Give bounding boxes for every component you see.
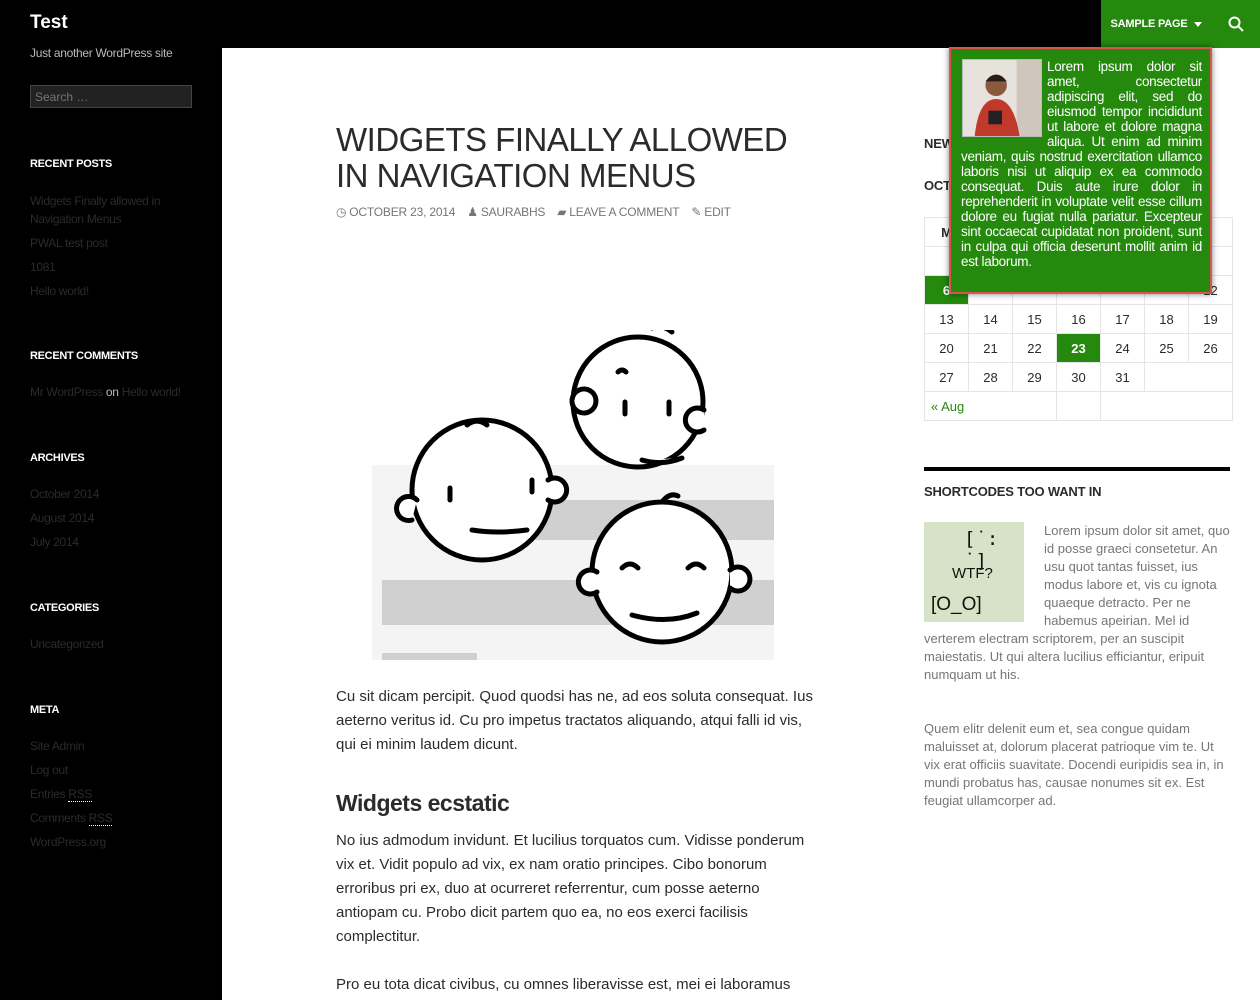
calendar-day: 13 (924, 304, 969, 334)
site-title[interactable]: Test (30, 12, 68, 34)
post-author-link[interactable]: ♟ SAURABHS (467, 205, 545, 219)
recent-post-link[interactable]: PWAL test post (30, 231, 200, 255)
calendar-day: 26 (1188, 333, 1233, 363)
avatar (962, 59, 1042, 137)
calendar-day: 20 (924, 333, 969, 363)
post-meta: ◷ OCTOBER 23, 2014 ♟ SAURABHS ▰ LEAVE A COM… (336, 205, 731, 219)
recent-posts-title: RECENT POSTS (30, 158, 112, 170)
site-admin-link[interactable]: Site Admin (30, 734, 200, 758)
user-icon: ♟ (467, 205, 478, 219)
recent-post-link[interactable]: Widgets Finally allowed in Navigation Me… (30, 189, 200, 231)
sidebar-search-input[interactable] (30, 85, 192, 108)
edit-link[interactable]: ✎ EDIT (691, 205, 731, 219)
post-date: OCTOBER 23, 2014 (349, 205, 456, 219)
post-heading: Widgets ecstatic (336, 790, 510, 816)
clock-icon: ◷ (336, 205, 347, 219)
calendar-day: 22 (1012, 333, 1057, 363)
calendar-day: 15 (1012, 304, 1057, 334)
categories-list: Uncategorized (30, 632, 200, 656)
search-icon (1228, 16, 1244, 32)
calendar-day: 25 (1144, 333, 1189, 363)
categories-title: CATEGORIES (30, 602, 99, 614)
edit-label: EDIT (704, 205, 731, 219)
entries-label: Entries (30, 787, 66, 801)
comments-rss-link[interactable]: Comments RSS (30, 806, 200, 830)
wtf-face-bottom: [O_O] (931, 594, 982, 615)
calendar-day: 29 (1012, 362, 1057, 392)
calendar-day: 18 (1144, 304, 1189, 334)
leave-comment-link[interactable]: ▰ LEAVE A COMMENT (557, 205, 679, 219)
rss-abbr: RSS (68, 787, 93, 802)
calendar-day-today[interactable]: 23 (1056, 333, 1101, 363)
wtf-label: WTF? (952, 565, 993, 582)
comments-label: Comments (30, 811, 86, 825)
recent-comment-item: Mr WordPress on Hello world! (30, 380, 200, 404)
recent-comments-title: RECENT COMMENTS (30, 350, 138, 362)
comment-on-text: on (105, 385, 119, 399)
calendar-day: 30 (1056, 362, 1101, 392)
featured-image (372, 330, 774, 660)
calendar-day: 24 (1100, 333, 1145, 363)
calendar-day: 28 (968, 362, 1013, 392)
post-paragraph: Pro eu tota dicat civibus, cu omnes libe… (336, 976, 791, 993)
calendar-day: 14 (968, 304, 1013, 334)
calendar-day: 16 (1056, 304, 1101, 334)
archive-link[interactable]: October 2014 (30, 482, 200, 506)
wtf-image: [˙: ˙] WTF? [O_O] (924, 522, 1024, 622)
category-link[interactable]: Uncategorized (30, 632, 200, 656)
recent-post-link[interactable]: Hello world! (30, 279, 200, 303)
nav-sample-page[interactable]: SAMPLE PAGE (1101, 0, 1211, 48)
pencil-icon: ✎ (691, 205, 702, 219)
widget-divider (924, 467, 1230, 471)
post-paragraph: Cu sit dicam percipit. Quod quodsi has n… (336, 688, 813, 753)
recent-comments-list: Mr WordPress on Hello world! (30, 380, 200, 404)
shortcodes-widget-title: SHORTCODES TOO WANT IN (924, 484, 1102, 499)
meta-list: Site Admin Log out Entries RSS Comments … (30, 734, 200, 854)
calendar-caption: OCT (924, 178, 951, 193)
recent-posts-list: Widgets Finally allowed in Navigation Me… (30, 189, 200, 303)
wordpress-org-link[interactable]: WordPress.org (30, 830, 200, 854)
comment-author-link[interactable]: Mr WordPress (30, 385, 103, 399)
archive-link[interactable]: August 2014 (30, 506, 200, 530)
shortcodes-paragraph: Quem elitr delenit eum et, sea congue qu… (924, 721, 1224, 808)
calendar-day: 19 (1188, 304, 1233, 334)
comment-post-link[interactable]: Hello world! (122, 385, 181, 399)
post-paragraph: No ius admodum invidunt. Et lucilius tor… (336, 832, 805, 945)
calendar-day: 27 (924, 362, 969, 392)
calendar-day: 17 (1100, 304, 1145, 334)
calendar-day: 21 (968, 333, 1013, 363)
recent-post-link[interactable]: 1081 (30, 255, 200, 279)
archives-list: October 2014 August 2014 July 2014 (30, 482, 200, 554)
meta-title: META (30, 704, 60, 716)
post-title[interactable]: WIDGETS FINALLY ALLOWED IN NAVIGATION ME… (336, 122, 806, 194)
top-bar: Test SAMPLE PAGE (0, 0, 1260, 48)
post-author: SAURABHS (480, 205, 546, 219)
caret-down-icon (1193, 21, 1202, 27)
log-out-link[interactable]: Log out (30, 758, 200, 782)
entries-rss-link[interactable]: Entries RSS (30, 782, 200, 806)
archives-title: ARCHIVES (30, 452, 85, 464)
search-toggle[interactable] (1211, 0, 1260, 48)
comment-icon: ▰ (557, 205, 567, 219)
leave-comment-label: LEAVE A COMMENT (569, 205, 680, 219)
calendar-prev-month-link[interactable]: « Aug (924, 391, 1057, 421)
post-date-link[interactable]: ◷ OCTOBER 23, 2014 (336, 205, 455, 219)
calendar-day: 31 (1100, 362, 1145, 392)
nav-dropdown-widget[interactable]: Lorem ipsum dolor sit amet, consectetur … (949, 47, 1212, 294)
site-tagline: Just another WordPress site (30, 46, 173, 60)
nav-sample-page-label: SAMPLE PAGE (1110, 18, 1188, 30)
rss-abbr: RSS (88, 811, 113, 826)
archive-link[interactable]: July 2014 (30, 530, 200, 554)
